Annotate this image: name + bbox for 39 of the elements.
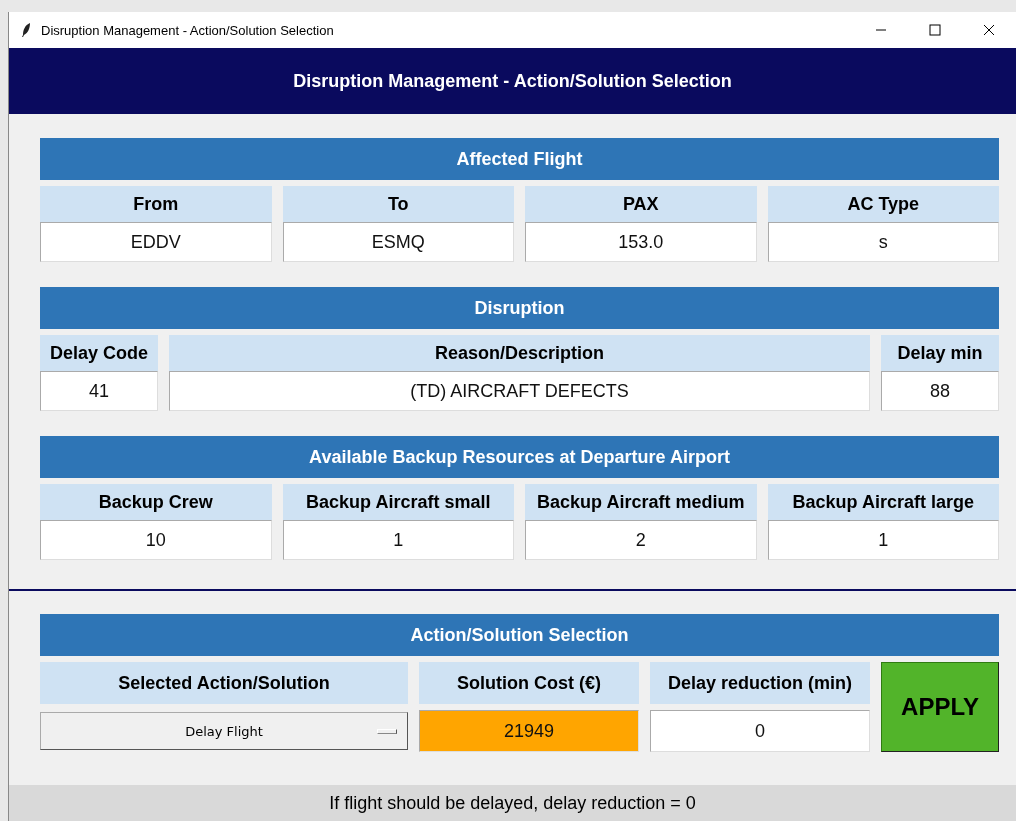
- column-header: Backup Crew: [40, 484, 272, 520]
- value-field: 153.0: [525, 222, 757, 262]
- value-field: 1: [282, 520, 514, 560]
- value-field: EDDV: [40, 222, 272, 262]
- column-header: Backup Aircraft small: [282, 484, 514, 520]
- column-header: Selected Action/Solution: [40, 662, 408, 704]
- column-header: AC Type: [767, 186, 999, 222]
- column-header: PAX: [525, 186, 757, 222]
- value-field: 88: [881, 371, 999, 411]
- value-field: ESMQ: [282, 222, 514, 262]
- value-field: (TD) AIRCRAFT DEFECTS: [169, 371, 870, 411]
- action-dropdown[interactable]: Delay Flight: [40, 712, 408, 750]
- cost-field: 21949: [419, 710, 639, 752]
- feather-icon: [21, 22, 31, 38]
- section-title-bar: Affected Flight: [40, 138, 999, 180]
- section-title-bar: Disruption: [40, 287, 999, 329]
- value-field: 2: [525, 520, 757, 560]
- status-bar: If flight should be delayed, delay reduction = 0: [9, 785, 1016, 821]
- column-header: Delay min: [881, 335, 999, 371]
- app-header: Disruption Management - Action/Solution Selection: [9, 48, 1016, 114]
- column-header: Reason/Description: [169, 335, 870, 371]
- close-icon[interactable]: [983, 24, 995, 36]
- column-header: Delay Code: [40, 335, 158, 371]
- maximize-icon[interactable]: [929, 24, 941, 36]
- value-field: 1: [767, 520, 999, 560]
- column-header: Solution Cost (€): [419, 662, 639, 704]
- value-field: 10: [40, 520, 272, 560]
- apply-button[interactable]: APPLY: [881, 662, 999, 752]
- section-title-bar: Action/Solution Selection: [40, 614, 999, 656]
- value-field: s: [767, 222, 999, 262]
- column-header: From: [40, 186, 272, 222]
- column-header: Delay reduction (min): [650, 662, 870, 704]
- column-header: Backup Aircraft medium: [525, 484, 757, 520]
- window-title: Disruption Management - Action/Solution Selection: [41, 22, 335, 38]
- column-header: Backup Aircraft large: [767, 484, 999, 520]
- section-title-bar: Available Backup Resources at Departure Airport: [40, 436, 999, 478]
- delay-reduction-field[interactable]: 0: [650, 710, 870, 752]
- column-header: To: [282, 186, 514, 222]
- value-field: 41: [40, 371, 158, 411]
